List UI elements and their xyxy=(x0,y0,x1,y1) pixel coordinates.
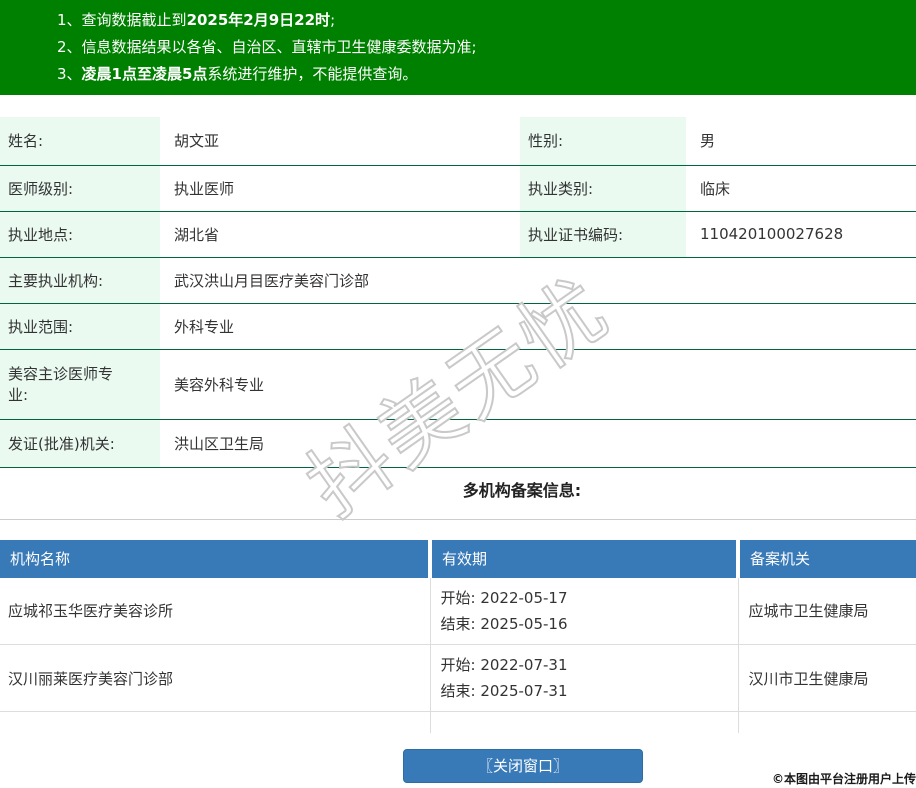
institution-name: 应城祁玉华医疗美容诊所 xyxy=(8,602,174,621)
notice-bold-text: 凌晨1点至凌晨5点 xyxy=(81,65,208,83)
validity-period: 开始: 2022-07-31 结束: 2025-07-31 xyxy=(429,644,738,712)
notice-line-1: 1、查询数据截止到2025年2月9日22时; xyxy=(57,7,916,34)
filing-authority: 应城市卫生健康局 xyxy=(737,577,916,645)
validity-end: 结束: 2025-07-31 xyxy=(440,682,568,700)
validity-end: 结束: 2025-05-16 xyxy=(440,614,568,633)
table-row: 主要执业机构: 武汉洪山月目医疗美容门诊部 xyxy=(0,257,916,304)
filing-authority: 汉川市卫生健康局 xyxy=(737,644,916,712)
notice-number: 3、 xyxy=(57,65,82,83)
notice-bold-text: 2025年2月9日22时 xyxy=(186,11,331,29)
column-header-validity: 有效期 xyxy=(428,539,738,578)
multi-institution-section-title: 多机构备案信息: xyxy=(0,468,916,520)
notice-line-3: 3、凌晨1点至凌晨5点系统进行维护，不能提供查询。 xyxy=(57,61,916,88)
notice-text: 信息数据结果以各省、自治区、直辖市卫生健康委数据为准; xyxy=(81,38,477,56)
table-row: 汉川丽莱医疗美容门诊部 开始: 2022-07-31 结束: 2025-07-3… xyxy=(0,644,916,712)
table-row: 执业范围: 外科专业 xyxy=(0,303,916,350)
field-value-doctor-level: 执业医师 xyxy=(160,165,520,212)
notice-bar: 1、查询数据截止到2025年2月9日22时; 2、信息数据结果以各省、自治区、直… xyxy=(0,0,916,95)
field-label-gender: 性别: xyxy=(520,117,686,166)
table-row: 美容主诊医师专业: 美容外科专业 xyxy=(0,349,916,420)
field-label-doctor-level: 医师级别: xyxy=(0,165,160,212)
field-value-issuing-authority: 洪山区卫生局 xyxy=(160,419,916,468)
filing-table: 机构名称 有效期 备案机关 应城祁玉华医疗美容诊所 开始: 2022-05-17… xyxy=(0,539,916,733)
close-window-button[interactable]: 〖关闭窗口〗 xyxy=(403,748,643,783)
field-value-practice-scope: 外科专业 xyxy=(160,303,916,350)
notice-number: 2、 xyxy=(57,38,82,56)
notice-text: ; xyxy=(330,11,336,29)
uploaded-by-user-note: ©本图由平台注册用户上传 xyxy=(771,772,916,786)
field-label-practice-category: 执业类别: xyxy=(520,165,686,212)
field-value-practice-category: 临床 xyxy=(686,165,916,212)
table-row: 医师级别: 执业医师 执业类别: 临床 xyxy=(0,165,916,212)
validity-start: 开始: 2022-05-17 xyxy=(440,588,568,607)
field-label-issuing-authority: 发证(批准)机关: xyxy=(0,419,160,468)
field-value-practice-location: 湖北省 xyxy=(160,211,520,258)
field-value-main-institution: 武汉洪山月目医疗美容门诊部 xyxy=(160,257,916,304)
validity-start: 开始: 2022-07-31 xyxy=(440,656,568,674)
column-header-institution-name: 机构名称 xyxy=(0,539,430,578)
query-result-page: 1、查询数据截止到2025年2月9日22时; 2、信息数据结果以各省、自治区、直… xyxy=(0,0,916,788)
field-value-name: 胡文亚 xyxy=(160,117,520,166)
institution-name: 汉川丽莱医疗美容门诊部 xyxy=(0,644,430,712)
institution-name xyxy=(0,711,430,733)
filing-header-row: 机构名称 有效期 备案机关 xyxy=(0,539,916,578)
notice-text: 系统进行维护，不能提供查询。 xyxy=(207,65,418,83)
field-value-cosmetic-specialty: 美容外科专业 xyxy=(160,349,916,420)
field-value-certificate-number: 110420100027628 xyxy=(686,211,916,258)
table-row: 执业地点: 湖北省 执业证书编码: 110420100027628 xyxy=(0,211,916,258)
field-value-gender: 男 xyxy=(686,117,916,166)
validity-period: 开始: 2023-01-06 xyxy=(429,711,738,733)
filing-authority xyxy=(737,711,916,733)
validity-period: 开始: 2022-05-17 结束: 2025-05-16 xyxy=(429,577,738,645)
notice-text: 查询数据截止到 xyxy=(81,11,187,29)
field-label-practice-location: 执业地点: xyxy=(0,211,160,258)
table-row: 应城祁玉华医疗美容诊所 开始: 2022-05-17 结束: 2025-05-1… xyxy=(0,577,916,645)
doctor-profile-table: 姓名: 胡文亚 性别: 男 医师级别: 执业医师 执业类别: 临床 执业地点: … xyxy=(0,117,916,468)
field-label-name: 姓名: xyxy=(0,117,160,166)
notice-number: 1、 xyxy=(57,11,82,29)
field-label-certificate-number: 执业证书编码: xyxy=(520,211,686,258)
table-row: 发证(批准)机关: 洪山区卫生局 xyxy=(0,419,916,468)
field-label-cosmetic-specialty: 美容主诊医师专业: xyxy=(0,349,160,420)
field-label-practice-scope: 执业范围: xyxy=(0,303,160,350)
filing-table-container: 机构名称 有效期 备案机关 应城祁玉华医疗美容诊所 开始: 2022-05-17… xyxy=(0,539,916,733)
table-row: 姓名: 胡文亚 性别: 男 xyxy=(0,117,916,166)
field-label-main-institution: 主要执业机构: xyxy=(0,257,160,304)
column-header-filing-authority: 备案机关 xyxy=(736,539,916,578)
notice-line-2: 2、信息数据结果以各省、自治区、直辖市卫生健康委数据为准; xyxy=(57,34,916,61)
table-row: 开始: 2023-01-06 xyxy=(0,711,916,733)
